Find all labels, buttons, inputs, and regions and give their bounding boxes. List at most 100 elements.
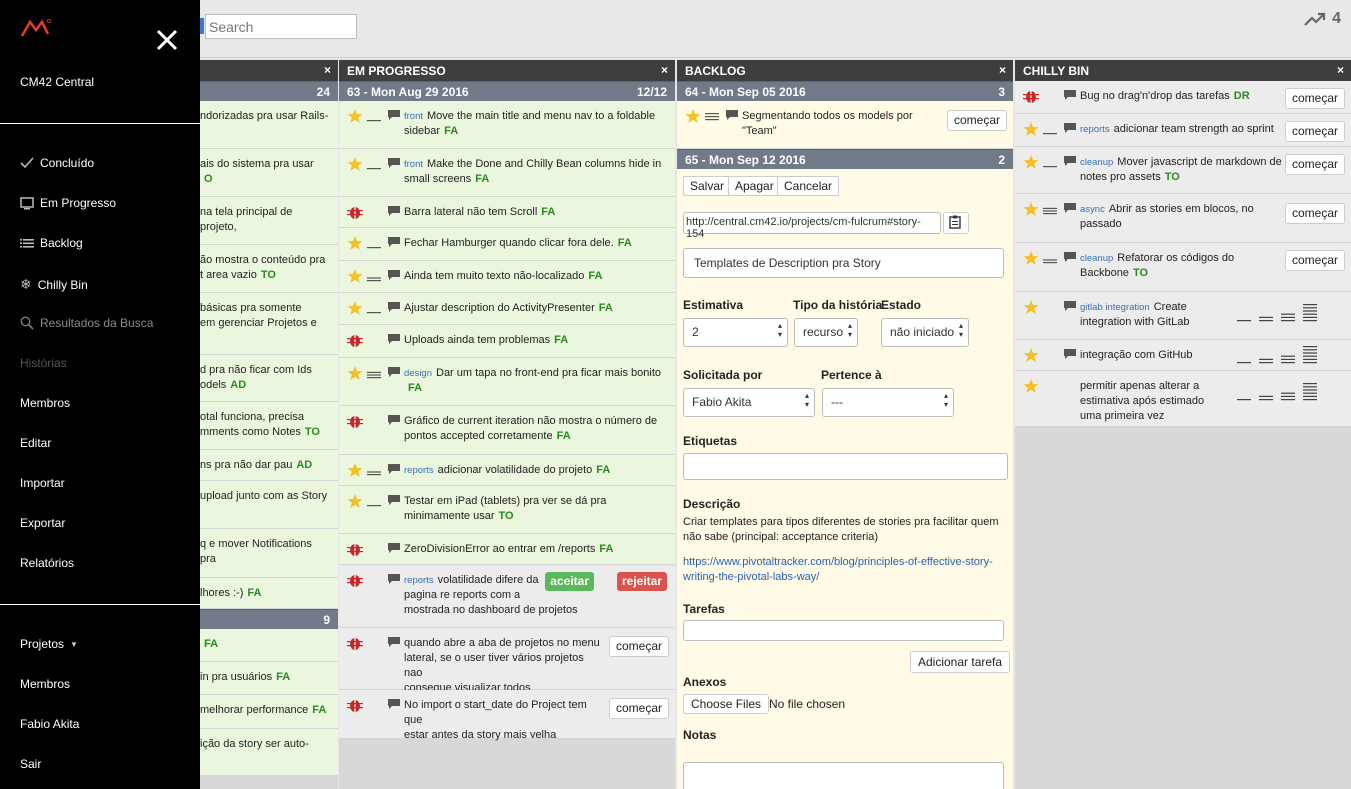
choose-files-button[interactable]: Choose Files [683, 694, 770, 714]
story-card[interactable]: reports adicionar team strength ao sprint… [1015, 114, 1351, 147]
story-title: No import o start_date do Project tem qu… [404, 699, 587, 741]
story-card[interactable]: gitlab integration Create integration with… [1015, 292, 1351, 340]
sidebar-item-backlog[interactable]: Backlog [20, 236, 83, 250]
close-icon[interactable] [155, 28, 179, 52]
story-card[interactable]: ZeroDivisionError ao entrar em /reports F… [339, 534, 675, 565]
close-column-icon[interactable]: × [324, 63, 331, 77]
caret-down-icon: ▼ [70, 639, 78, 649]
story-card[interactable]: Gráfico de current iteration não mostra … [339, 406, 675, 455]
story-card[interactable]: cleanup Refatorar os códigos do Backbone TO… [1015, 243, 1351, 292]
story-card[interactable]: Ainda tem muito texto não-localizado FA [339, 261, 675, 293]
description-link[interactable]: https://www.pivotaltracker.com/blog/prin… [683, 555, 993, 585]
sidebar-item-edit[interactable]: Editar [20, 436, 51, 450]
sidebar-item-label: Membros [20, 677, 71, 691]
state-select[interactable]: não iniciado [881, 318, 969, 347]
sidebar-item-members[interactable]: Membros [20, 396, 70, 410]
story-card[interactable]: front Make the Done and Chilly Bean colum… [339, 149, 675, 197]
estimate-picker[interactable] [1237, 300, 1317, 322]
owned-by-select[interactable]: --- [822, 388, 954, 417]
story-type-select[interactable]: recurso [794, 318, 858, 347]
estimate-option-icon[interactable] [1259, 342, 1273, 364]
bug-icon [347, 544, 363, 556]
estimate-option-icon[interactable] [1281, 379, 1295, 401]
project-name[interactable]: CM42 Central [20, 75, 94, 89]
estimate-option-icon[interactable] [1281, 300, 1295, 322]
estimate-option-icon[interactable] [1303, 300, 1317, 322]
story-card[interactable]: Barra lateral não tem Scroll FA [339, 197, 675, 228]
story-card[interactable]: design Dar um tapa no front-end pra ficar… [339, 358, 675, 406]
estimate-option-icon[interactable] [1237, 300, 1251, 322]
story-card[interactable]: permitir apenas alterar a estimativa após… [1015, 371, 1351, 427]
estimate-option-icon[interactable] [1281, 342, 1295, 364]
story-label: gitlab integration [1080, 302, 1150, 313]
cancel-button[interactable]: Cancelar [777, 176, 840, 196]
start-button[interactable]: começar [1284, 203, 1345, 224]
story-card[interactable]: Uploads ainda tem problemas FA [339, 325, 675, 358]
notes-input[interactable] [683, 762, 1004, 789]
accept-button[interactable]: aceitar [545, 572, 594, 591]
estimate-option-icon[interactable] [1237, 342, 1251, 364]
sidebar-item-reports[interactable]: Relatórios [20, 556, 74, 570]
estimate-option-icon[interactable] [1259, 300, 1273, 322]
story-title: melhorar performance FA [200, 704, 327, 716]
estimate-option-icon[interactable] [1237, 379, 1251, 401]
sidebar-item-logout[interactable]: Sair [20, 757, 41, 771]
add-task-button[interactable]: Adicionar tarefa [910, 651, 1011, 673]
copy-url-button[interactable] [943, 212, 969, 234]
sidebar-item-done[interactable]: Concluído [20, 156, 94, 170]
task-input[interactable] [683, 620, 1004, 641]
story-title: na tela principal de projeto, [200, 206, 293, 233]
estimate-picker[interactable] [1237, 379, 1317, 401]
story-card[interactable]: front Move the main title and menu nav to… [339, 101, 675, 149]
close-column-icon[interactable]: × [661, 63, 668, 77]
story-card[interactable]: reports volatilidade difere da pagina re r… [339, 565, 675, 628]
story-card[interactable]: Ajustar description do ActivityPresenter… [339, 293, 675, 325]
estimate-option-icon[interactable] [1303, 342, 1317, 364]
start-button[interactable]: começar [1284, 121, 1345, 142]
story-card[interactable]: Segmentando todos os models por "Team" co… [677, 101, 1013, 149]
story-card[interactable]: No import o start_date do Project tem qu… [339, 690, 675, 741]
story-card[interactable]: async Abrir as stories em blocos, no passa… [1015, 194, 1351, 243]
estimate-picker[interactable] [1237, 342, 1317, 364]
sidebar-item-export[interactable]: Exportar [20, 516, 65, 530]
search-input[interactable] [205, 14, 357, 39]
sidebar-item-in-progress[interactable]: Em Progresso [20, 196, 116, 210]
story-title: upload junto com as Story [200, 490, 328, 502]
story-card[interactable]: quando abre a aba de projetos no menu lat… [339, 628, 675, 694]
story-card[interactable]: cleanup Mover javascript de markdown de no… [1015, 147, 1351, 194]
sidebar-item-import[interactable]: Importar [20, 476, 65, 490]
story-card[interactable]: Bug no drag'n'drop das tarefas DR começar [1015, 81, 1351, 114]
reject-button[interactable]: rejeitar [616, 572, 667, 591]
sidebar-item-search-results[interactable]: Resultados da Busca [20, 316, 153, 330]
velocity-indicator[interactable]: 4 [1304, 10, 1341, 28]
close-column-icon[interactable]: × [999, 63, 1006, 77]
story-url-field[interactable]: http://central.cm42.io/projects/cm-fulcr… [683, 212, 941, 240]
column-title: BACKLOG [685, 64, 746, 78]
sidebar-item-label: Concluído [40, 156, 95, 170]
estimate-select[interactable]: 2 [683, 318, 788, 347]
story-card[interactable]: Testar em iPad (tablets) pra ver se dá p… [339, 486, 675, 534]
sidebar-item-members-bottom[interactable]: Membros [20, 677, 70, 691]
story-card[interactable]: reports adicionar volatilidade do projeto… [339, 455, 675, 486]
sidebar-item-chilly-bin[interactable]: ❄ Chilly Bin [20, 276, 88, 293]
start-button[interactable]: começar [1284, 154, 1345, 175]
estimate-option-icon[interactable] [1303, 379, 1317, 401]
comment-icon [388, 637, 400, 647]
start-button[interactable]: começar [946, 110, 1007, 131]
story-card[interactable]: integração com GitHub [1015, 340, 1351, 371]
tags-input[interactable] [683, 453, 1008, 480]
start-button[interactable]: começar [608, 698, 669, 719]
description-text[interactable]: Criar templates para tipos diferentes de… [683, 515, 998, 545]
save-button[interactable]: Salvar [683, 176, 732, 196]
story-title-input[interactable]: Templates de Description pra Story [683, 248, 1004, 278]
estimate-option-icon[interactable] [1259, 379, 1273, 401]
start-button[interactable]: começar [1284, 88, 1345, 109]
start-button[interactable]: começar [608, 636, 669, 657]
sidebar-item-projects[interactable]: Projetos ▼ [20, 637, 78, 651]
sidebar-item-user[interactable]: Fabio Akita [20, 717, 79, 731]
requested-by-select[interactable]: Fabio Akita [683, 388, 815, 417]
close-column-icon[interactable]: × [1337, 63, 1344, 77]
story-card[interactable]: Fechar Hamburger quando clicar fora dele… [339, 228, 675, 261]
start-button[interactable]: começar [1284, 250, 1345, 271]
delete-button[interactable]: Apagar [728, 176, 781, 196]
